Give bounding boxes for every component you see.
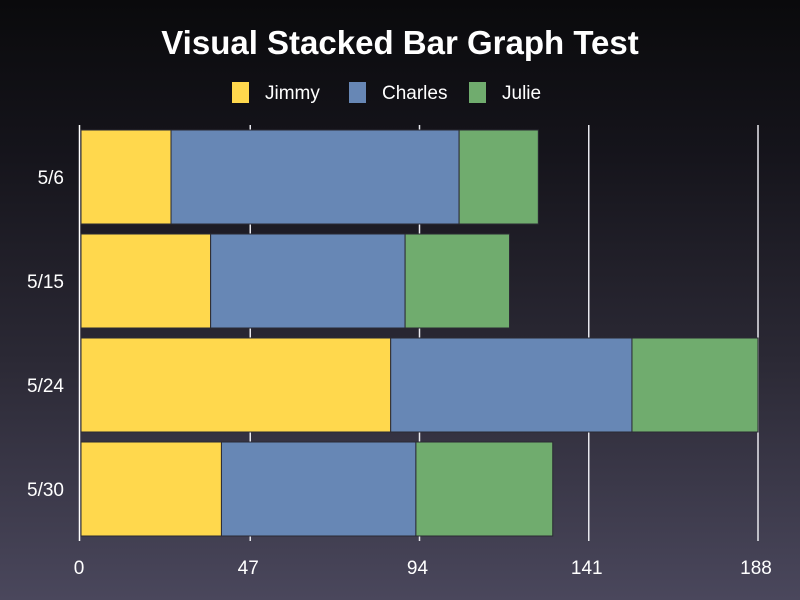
bar-charles-5-30 [220, 441, 417, 537]
legend-swatch-jimmy [232, 82, 249, 103]
legend-label-charles: Charles [382, 83, 447, 104]
x-tick-label: 0 [74, 558, 85, 579]
bar-charles-5-15 [210, 233, 406, 329]
bar-julie-5-6 [458, 129, 539, 225]
bar-jimmy-5-24 [80, 337, 392, 433]
bar-julie-5-15 [404, 233, 511, 329]
bar-charles-5-24 [390, 337, 633, 433]
x-tick-label: 188 [740, 558, 772, 579]
bar-charles-5-6 [170, 129, 460, 225]
chart-title: Visual Stacked Bar Graph Test [161, 24, 638, 61]
legend-label-julie: Julie [502, 83, 541, 104]
stacked-bar-chart: Visual Stacked Bar Graph Test Jimmy Charl… [27, 24, 772, 579]
bar-jimmy-5-15 [80, 233, 212, 329]
x-axis-labels: 0 47 94 141 188 [74, 558, 772, 579]
y-tick-label: 5/24 [27, 376, 64, 397]
bar-julie-5-24 [631, 337, 759, 433]
x-tick-label: 94 [407, 558, 429, 579]
bar-jimmy-5-6 [80, 129, 172, 225]
y-axis-labels: 5/6 5/15 5/24 5/30 [27, 168, 64, 501]
y-tick-label: 5/30 [27, 480, 64, 501]
legend-label-jimmy: Jimmy [265, 83, 320, 104]
legend: Jimmy Charles Julie [232, 82, 541, 104]
legend-swatch-julie [469, 82, 486, 103]
x-tick-label: 141 [571, 558, 603, 579]
legend-swatch-charles [349, 82, 366, 103]
bar-jimmy-5-30 [80, 441, 222, 537]
bar-julie-5-30 [415, 441, 554, 537]
y-tick-label: 5/6 [38, 168, 64, 189]
y-tick-label: 5/15 [27, 272, 64, 293]
x-tick-label: 47 [238, 558, 259, 579]
